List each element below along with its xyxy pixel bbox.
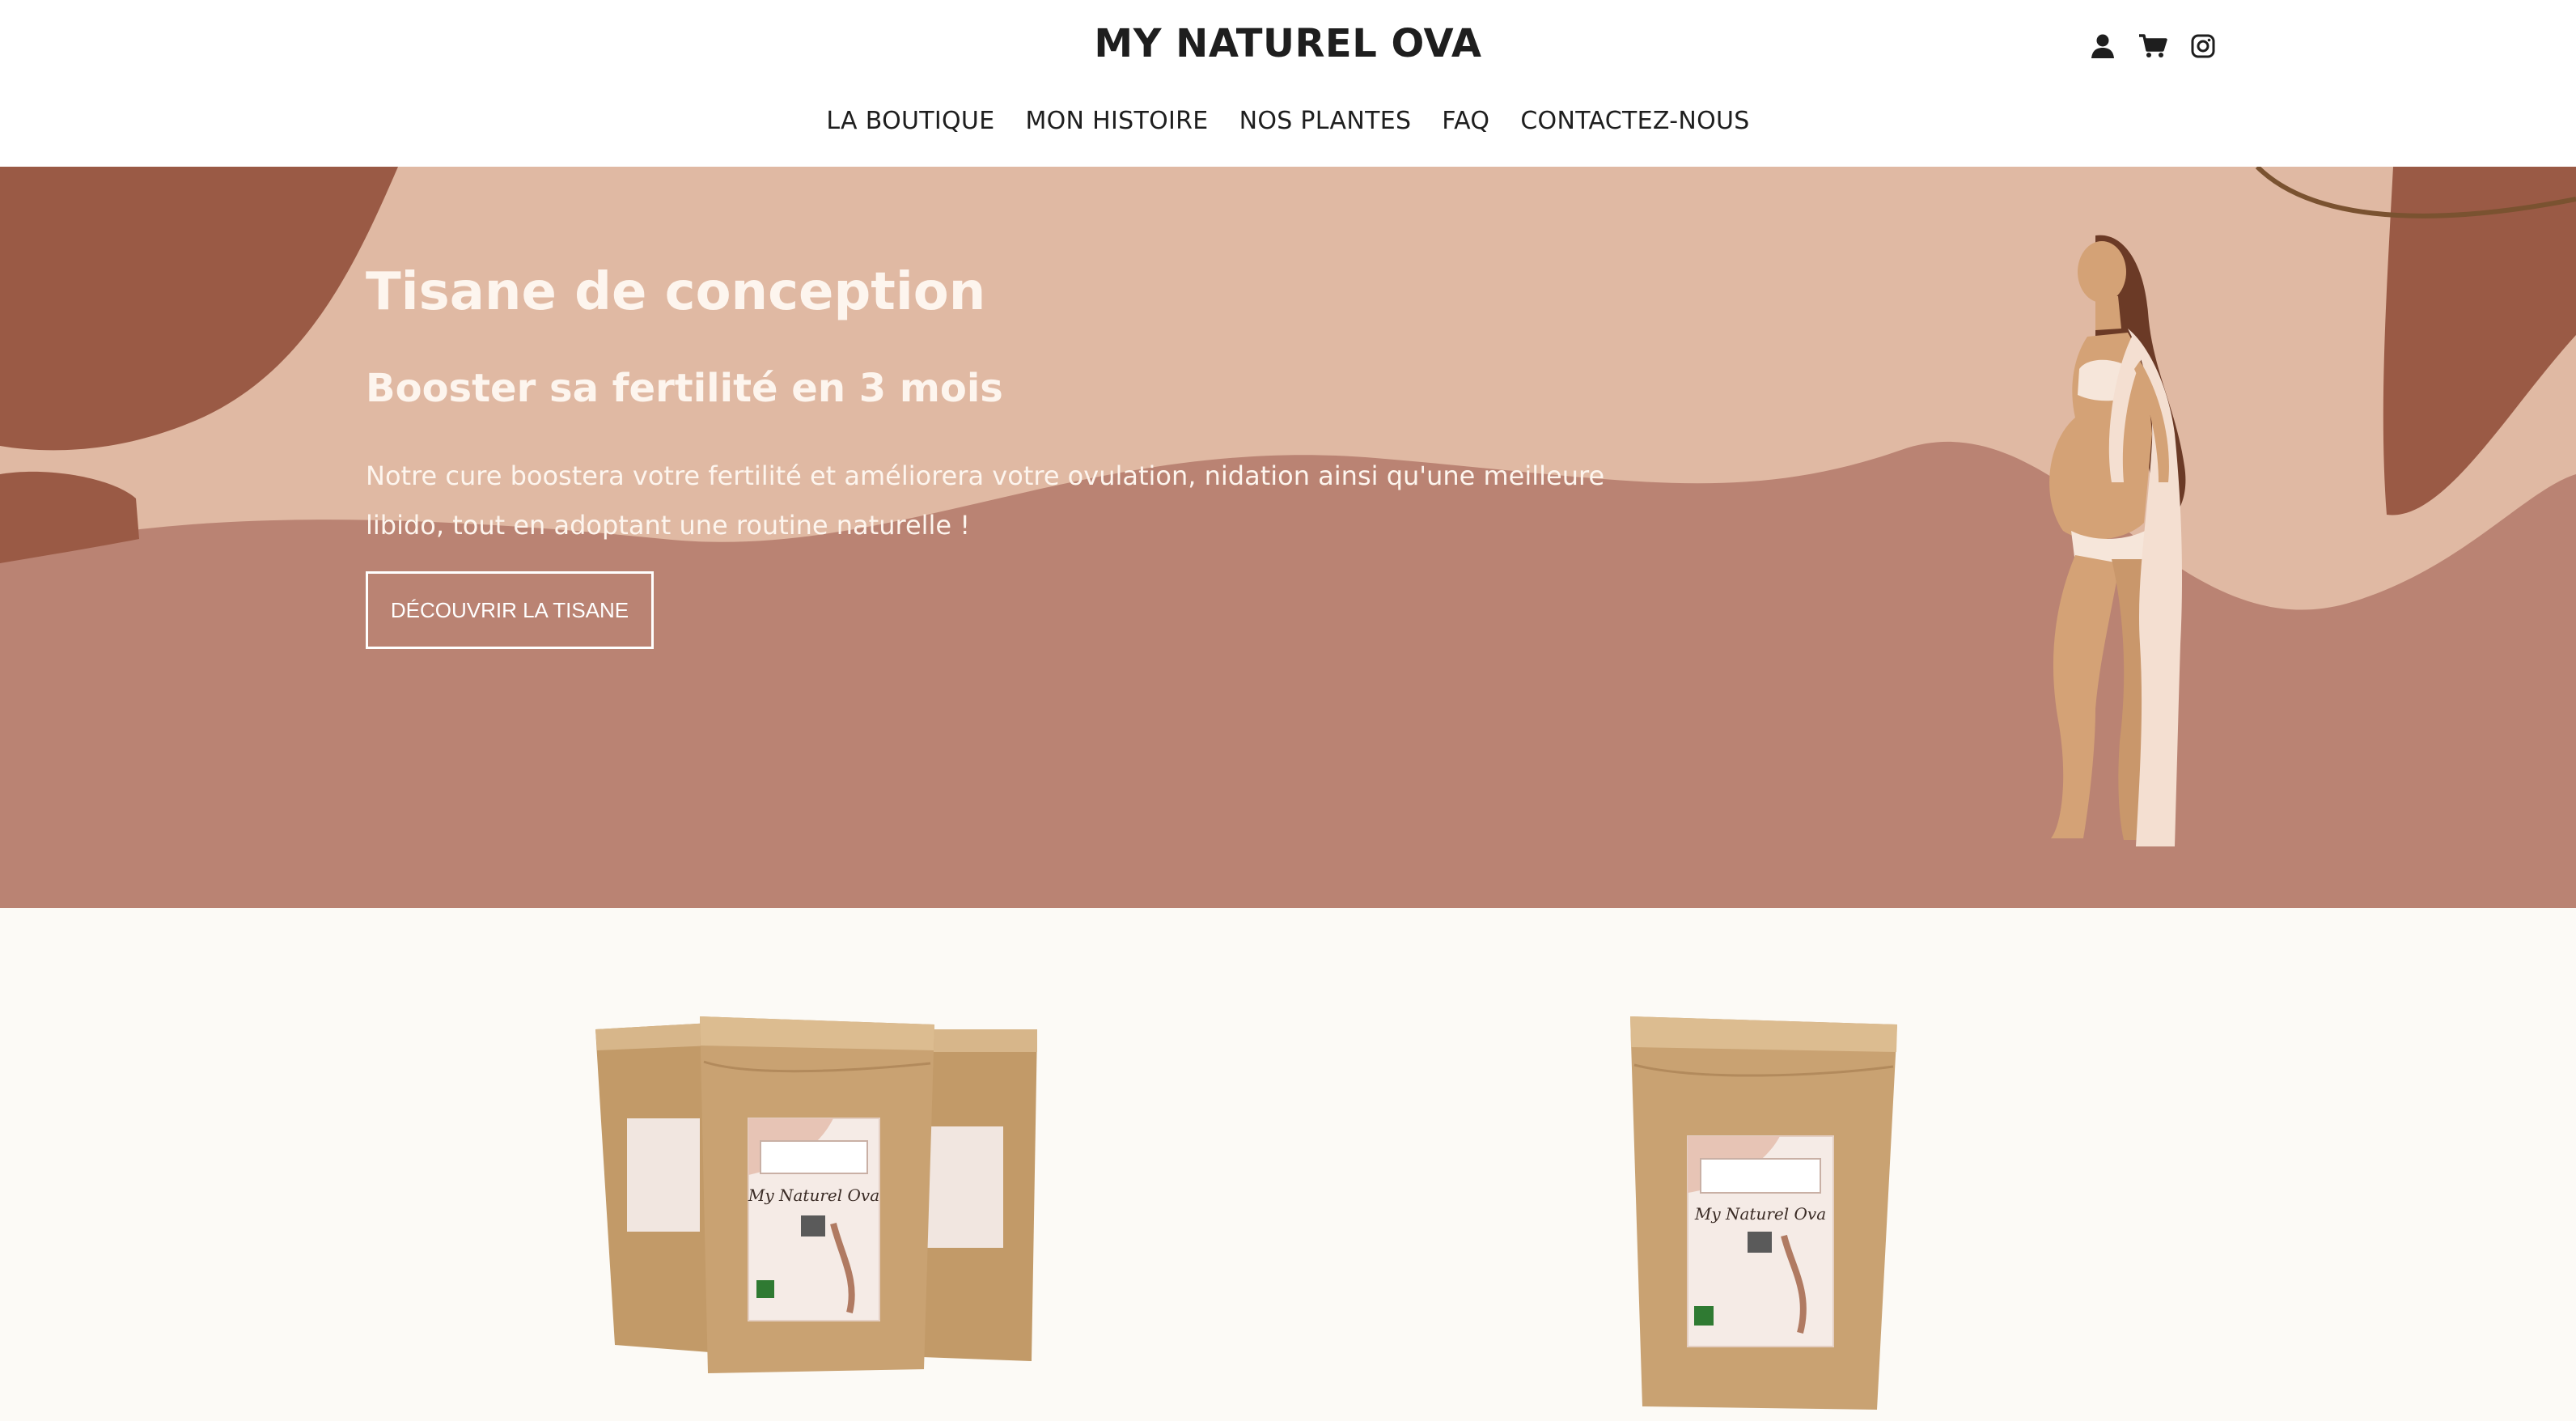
- products-section: My Naturel Ova My Naturel Ova: [0, 908, 2576, 1421]
- cart-icon[interactable]: [2137, 31, 2168, 62]
- hero-subtitle: Booster sa fertilité en 3 mois: [366, 366, 1003, 411]
- nav-nos-plantes[interactable]: NOS PLANTES: [1239, 107, 1412, 135]
- pregnant-woman-illustration: [2049, 235, 2186, 846]
- hero-title: Tisane de conception: [366, 262, 986, 322]
- instagram-icon[interactable]: [2188, 31, 2218, 62]
- tisane-pack-image: My Naturel Ova: [595, 1016, 1037, 1373]
- tisane-single-image: My Naturel Ova: [1630, 1016, 1897, 1410]
- header-icons: [2087, 31, 2218, 62]
- hero-description: Notre cure boostera votre fertilité et a…: [366, 460, 1605, 541]
- nav-mon-histoire[interactable]: MON HISTOIRE: [1025, 107, 1208, 135]
- hero-banner: Tisane de conception Booster sa fertilit…: [0, 167, 2576, 908]
- nav-la-boutique[interactable]: LA BOUTIQUE: [826, 107, 994, 135]
- nav-faq[interactable]: FAQ: [1442, 107, 1489, 135]
- user-icon[interactable]: [2087, 31, 2118, 62]
- pack-label-text: My Naturel Ova: [748, 1186, 879, 1205]
- discover-tisane-button[interactable]: DÉCOUVRIR LA TISANE: [366, 571, 654, 649]
- product-card-pack[interactable]: My Naturel Ova: [591, 1013, 1044, 1389]
- nav-contactez-nous[interactable]: CONTACTEZ-NOUS: [1520, 107, 1749, 135]
- main-nav: LA BOUTIQUE MON HISTOIRE NOS PLANTES FAQ…: [0, 107, 2576, 135]
- site-header: MY NATUREL OVA LA BOUTIQUE MON HISTOIRE …: [0, 0, 2576, 167]
- product-card-single[interactable]: My Naturel Ova: [1626, 1013, 1901, 1421]
- single-label-text: My Naturel Ova: [1694, 1204, 1826, 1224]
